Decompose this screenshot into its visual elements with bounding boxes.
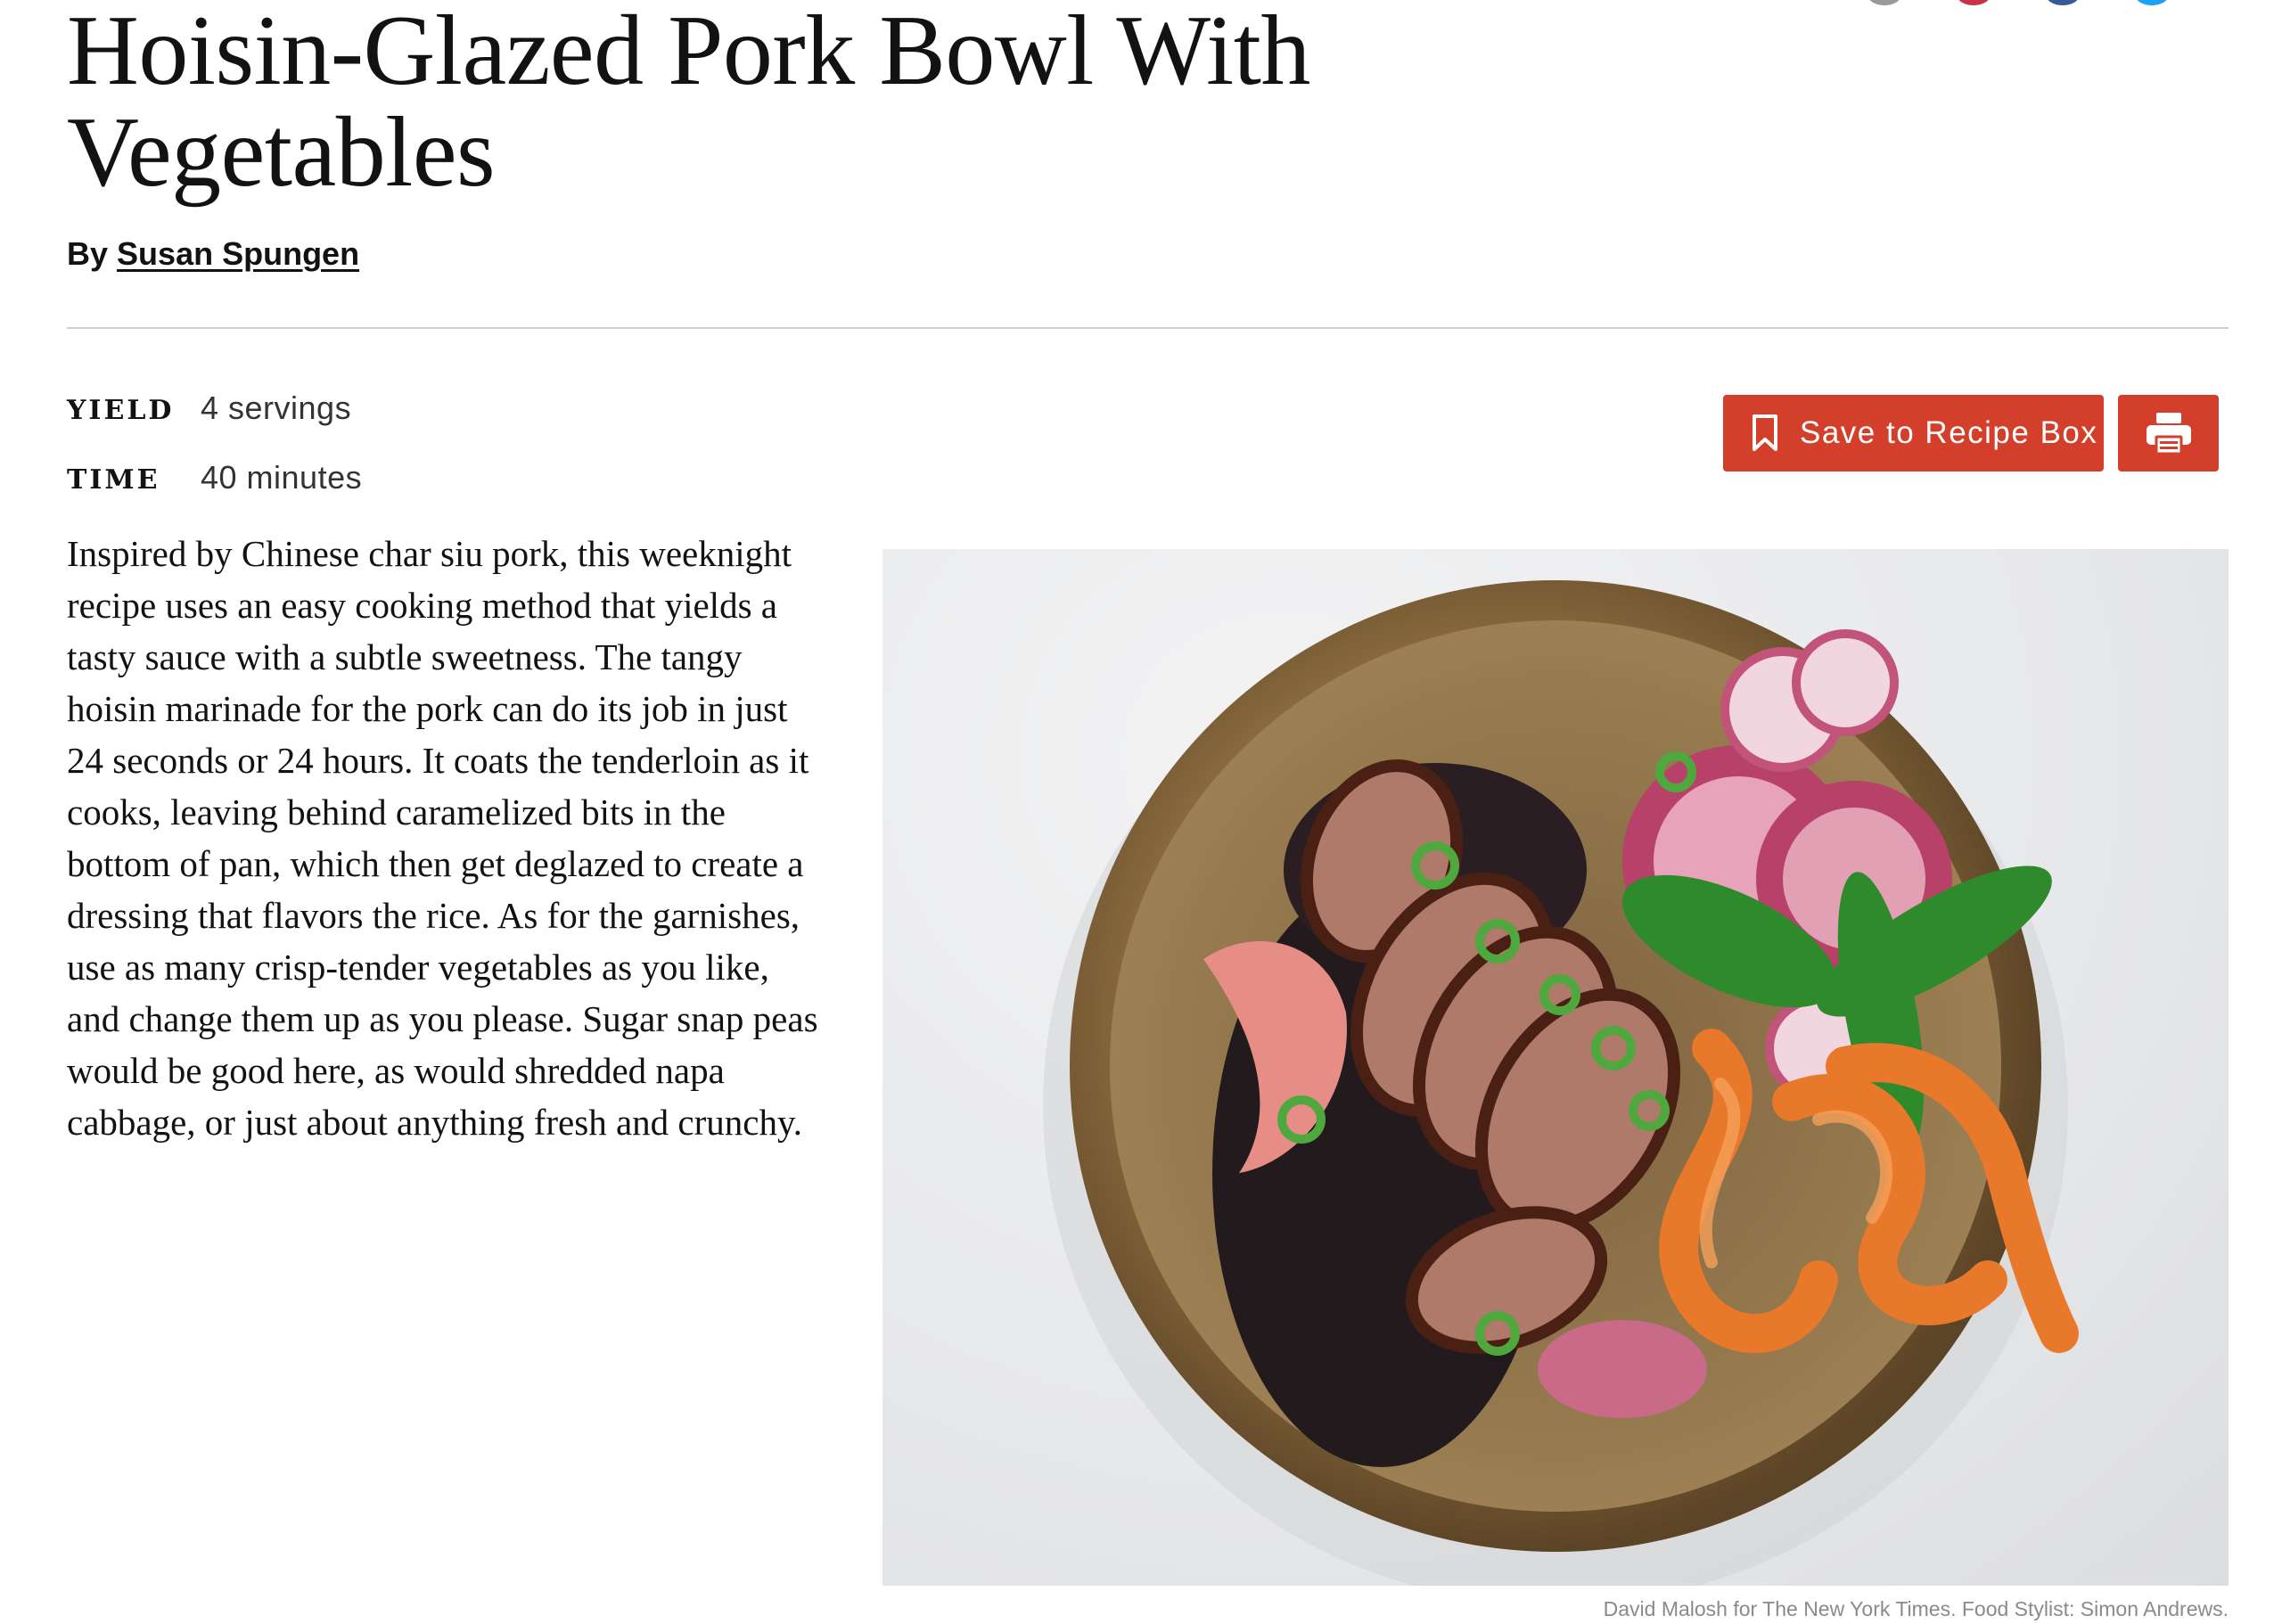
yield-label: YIELD — [67, 395, 175, 426]
divider — [67, 327, 2229, 329]
time-row: TIME 40 minutes — [67, 459, 362, 496]
save-button-label: Save to Recipe Box — [1800, 415, 2098, 450]
share-icon[interactable] — [1867, 0, 1901, 5]
bookmark-icon — [1753, 414, 1777, 451]
pork-bowl-illustration — [1043, 580, 2079, 1586]
author-link[interactable]: Susan Spungen — [117, 235, 359, 272]
printer-icon — [2146, 413, 2191, 455]
photo-credit: David Malosh for The New York Times. Foo… — [1603, 1597, 2229, 1620]
print-button[interactable] — [2118, 395, 2219, 472]
byline: By Susan Spungen — [67, 235, 359, 273]
recipe-description: Inspired by Chinese char siu pork, this … — [67, 533, 818, 1143]
time-label: TIME — [67, 464, 160, 496]
save-to-recipe-box-button[interactable]: Save to Recipe Box — [1723, 395, 2104, 472]
share-icon[interactable] — [1957, 0, 1991, 5]
share-icons[interactable] — [1867, 0, 2169, 5]
time-value: 40 minutes — [201, 459, 363, 496]
recipe-photo — [882, 549, 2229, 1586]
share-icon[interactable] — [2046, 0, 2080, 5]
share-icon[interactable] — [2135, 0, 2169, 5]
recipe-title: Hoisin-Glazed Pork Bowl With Vegetables — [67, 0, 1310, 208]
yield-value: 4 servings — [201, 390, 352, 426]
byline-prefix: By — [67, 235, 109, 272]
yield-row: YIELD 4 servings — [67, 390, 351, 427]
